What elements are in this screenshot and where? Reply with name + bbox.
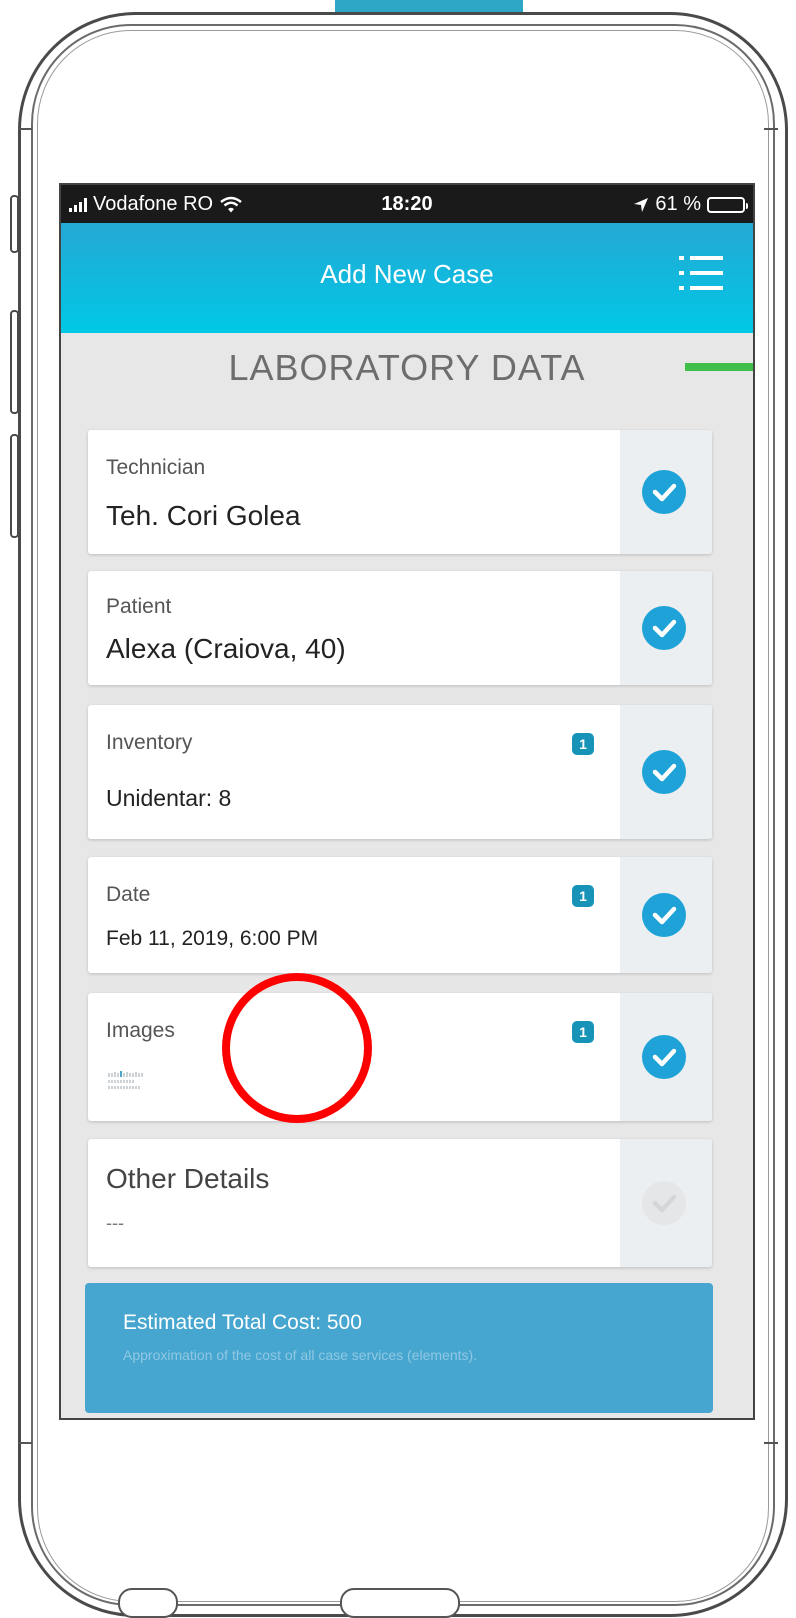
location-arrow-icon — [634, 197, 649, 212]
count-badge: 1 — [572, 1021, 594, 1043]
check-circle-icon — [642, 893, 686, 937]
estimated-cost-subtitle: Approximation of the cost of all case se… — [123, 1347, 478, 1363]
frame-edge-mark — [18, 1442, 32, 1444]
card-label: Other Details — [106, 1163, 270, 1194]
frame-edge-mark — [764, 1442, 778, 1444]
estimated-cost-panel: Estimated Total Cost: 500 Approximation … — [85, 1283, 713, 1413]
check-circle-icon — [642, 470, 686, 514]
card-label: Patient — [106, 595, 172, 618]
card-label: Images — [106, 1019, 175, 1042]
estimated-cost-title: Estimated Total Cost: 500 — [123, 1311, 362, 1334]
card-label: Technician — [106, 456, 206, 479]
card-value: Unidentar: 8 — [106, 785, 232, 811]
images-card[interactable]: Images 1 — [88, 993, 712, 1121]
date-card[interactable]: Date 1 Feb 11, 2019, 6:00 PM — [88, 857, 712, 973]
highlight-circle — [222, 973, 372, 1123]
card-value: Teh. Cori Golea — [106, 500, 301, 531]
check-column — [620, 993, 712, 1121]
check-circle-icon — [642, 750, 686, 794]
page-title: Add New Case — [320, 259, 494, 289]
check-circle-icon — [642, 1181, 686, 1225]
app-screen: Vodafone RO 18:20 61 % Add New Case LABO… — [59, 183, 755, 1420]
section-title: LABORATORY DATA — [228, 347, 586, 388]
card-label: Date — [106, 883, 151, 906]
list-menu-icon[interactable] — [679, 256, 723, 292]
device-bottom-detail — [118, 1588, 178, 1618]
count-badge: 1 — [572, 885, 594, 907]
device-top-tab — [335, 0, 523, 12]
check-circle-icon — [642, 606, 686, 650]
check-column — [620, 857, 712, 973]
card-value: Feb 11, 2019, 6:00 PM — [106, 927, 319, 950]
other-details-card[interactable]: Other Details --- — [88, 1139, 712, 1267]
check-column — [620, 430, 712, 554]
battery-percent: 61 % — [655, 193, 701, 215]
card-value: --- — [106, 1213, 124, 1233]
check-column — [620, 1139, 712, 1267]
count-badge: 1 — [572, 733, 594, 755]
check-column — [620, 571, 712, 685]
frame-edge-mark — [764, 128, 778, 130]
mute-switch — [10, 195, 19, 253]
status-bar: Vodafone RO 18:20 61 % — [61, 185, 753, 223]
volume-down-button — [10, 434, 19, 538]
app-header: Add New Case — [61, 223, 753, 371]
patient-card[interactable]: Patient Alexa (Craiova, 40) — [88, 571, 712, 685]
device-bottom-detail — [340, 1588, 460, 1618]
image-thumbnail-icon[interactable] — [108, 1069, 146, 1091]
card-value: Alexa (Craiova, 40) — [106, 633, 346, 664]
technician-card[interactable]: Technician Teh. Cori Golea — [88, 430, 712, 554]
check-circle-icon — [642, 1035, 686, 1079]
inventory-card[interactable]: Inventory 1 Unidentar: 8 — [88, 705, 712, 839]
check-column — [620, 705, 712, 839]
volume-up-button — [10, 310, 19, 414]
battery-icon — [707, 196, 748, 213]
card-label: Inventory — [106, 731, 193, 754]
status-right: 61 % — [633, 193, 748, 216]
frame-edge-mark — [18, 128, 32, 130]
